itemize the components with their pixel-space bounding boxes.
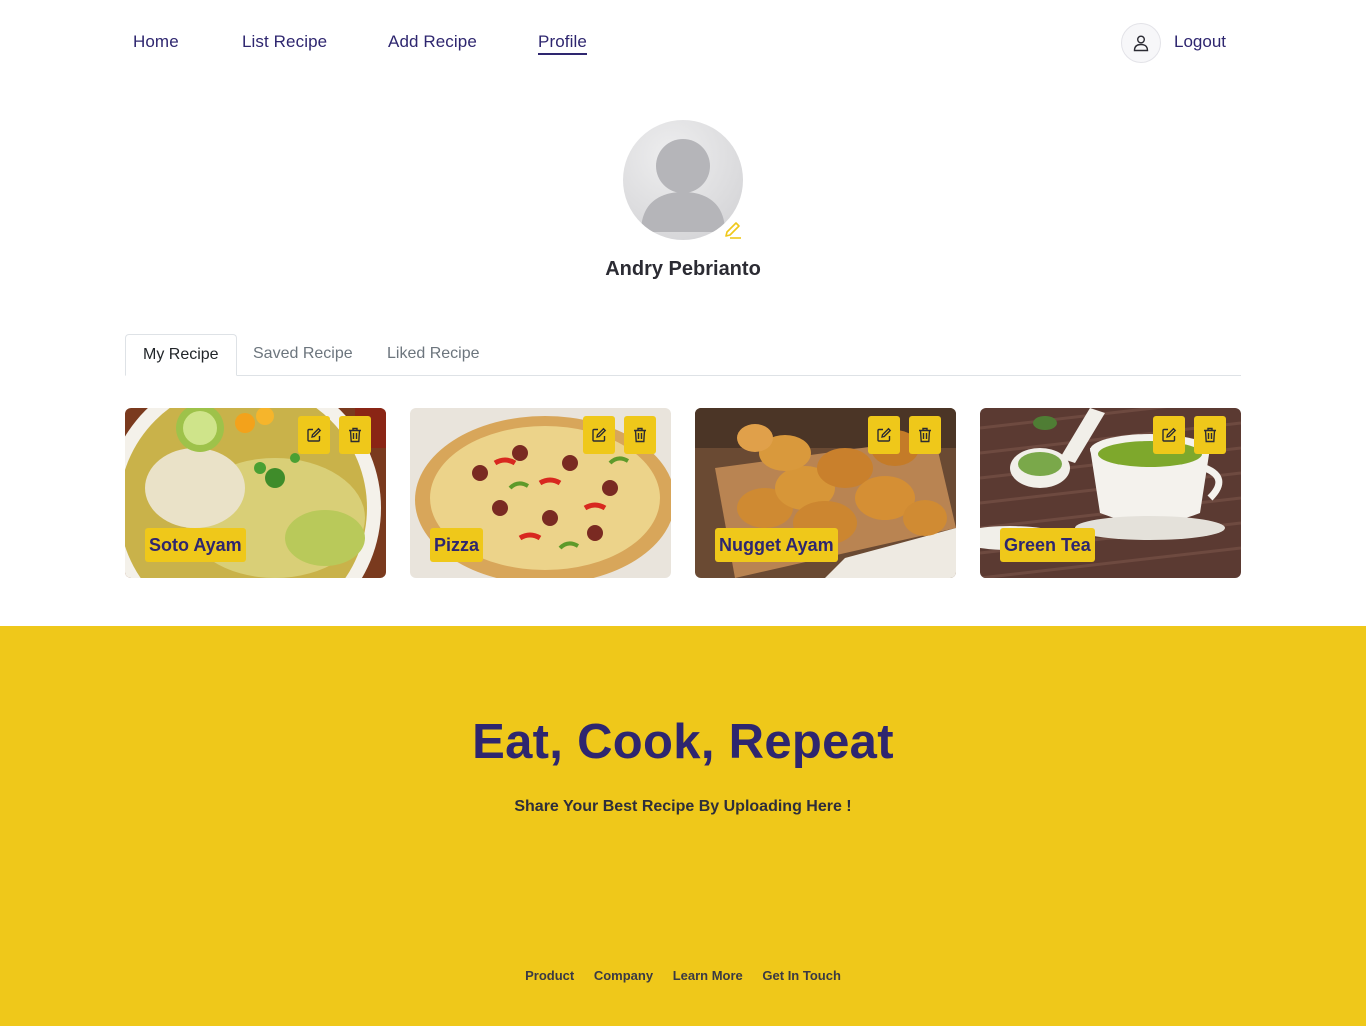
delete-recipe-button[interactable]: [909, 416, 941, 454]
recipe-title: Pizza: [430, 528, 484, 562]
recipe-card-nugget-ayam[interactable]: Nugget Ayam: [695, 408, 956, 578]
recipe-card-green-tea[interactable]: Green Tea: [980, 408, 1241, 578]
footer-title: Eat, Cook, Repeat: [472, 715, 894, 769]
trash-icon: [919, 427, 931, 443]
recipe-tabs: My Recipe Saved Recipe Liked Recipe: [125, 334, 1241, 376]
edit-recipe-button[interactable]: [868, 416, 900, 454]
footer-link-product[interactable]: Product: [525, 968, 574, 983]
footer-subtitle: Share Your Best Recipe By Uploading Here…: [514, 798, 852, 815]
recipe-card-pizza[interactable]: Pizza: [410, 408, 671, 578]
recipe-title: Green Tea: [1000, 528, 1095, 562]
top-navbar: Home List Recipe Add Recipe Profile Logo…: [0, 0, 1366, 84]
profile-username: Andry Pebrianto: [605, 258, 761, 280]
delete-recipe-button[interactable]: [339, 416, 371, 454]
edit-recipe-button[interactable]: [583, 416, 615, 454]
tab-saved-recipe[interactable]: Saved Recipe: [236, 334, 370, 376]
edit-icon: [877, 427, 892, 442]
edit-icon: [592, 427, 607, 442]
logout-link[interactable]: Logout: [1174, 32, 1226, 52]
tab-liked-recipe[interactable]: Liked Recipe: [370, 334, 497, 376]
footer-link-get-in-touch[interactable]: Get In Touch: [762, 968, 840, 983]
delete-recipe-button[interactable]: [624, 416, 656, 454]
footer-link-company[interactable]: Company: [594, 968, 653, 983]
edit-recipe-button[interactable]: [1153, 416, 1185, 454]
footer: Eat, Cook, Repeat Share Your Best Recipe…: [0, 626, 1366, 1026]
recipe-title: Soto Ayam: [145, 528, 246, 562]
recipe-card-soto-ayam[interactable]: Soto Ayam: [125, 408, 386, 578]
footer-link-learn-more[interactable]: Learn More: [673, 968, 743, 983]
delete-recipe-button[interactable]: [1194, 416, 1226, 454]
edit-icon: [307, 427, 322, 442]
trash-icon: [1204, 427, 1216, 443]
footer-links: Product Company Learn More Get In Touch: [0, 968, 1366, 983]
tab-my-recipe[interactable]: My Recipe: [125, 334, 237, 376]
nav-list-recipe-link[interactable]: List Recipe: [242, 32, 327, 52]
nav-add-recipe-link[interactable]: Add Recipe: [388, 32, 477, 52]
nav-home-link[interactable]: Home: [133, 32, 179, 52]
trash-icon: [634, 427, 646, 443]
edit-recipe-button[interactable]: [298, 416, 330, 454]
trash-icon: [349, 427, 361, 443]
user-icon[interactable]: [1121, 23, 1161, 63]
edit-avatar-pencil-icon[interactable]: [722, 219, 744, 241]
nav-profile-link[interactable]: Profile: [538, 32, 587, 55]
edit-icon: [1162, 427, 1177, 442]
recipe-title: Nugget Ayam: [715, 528, 838, 562]
